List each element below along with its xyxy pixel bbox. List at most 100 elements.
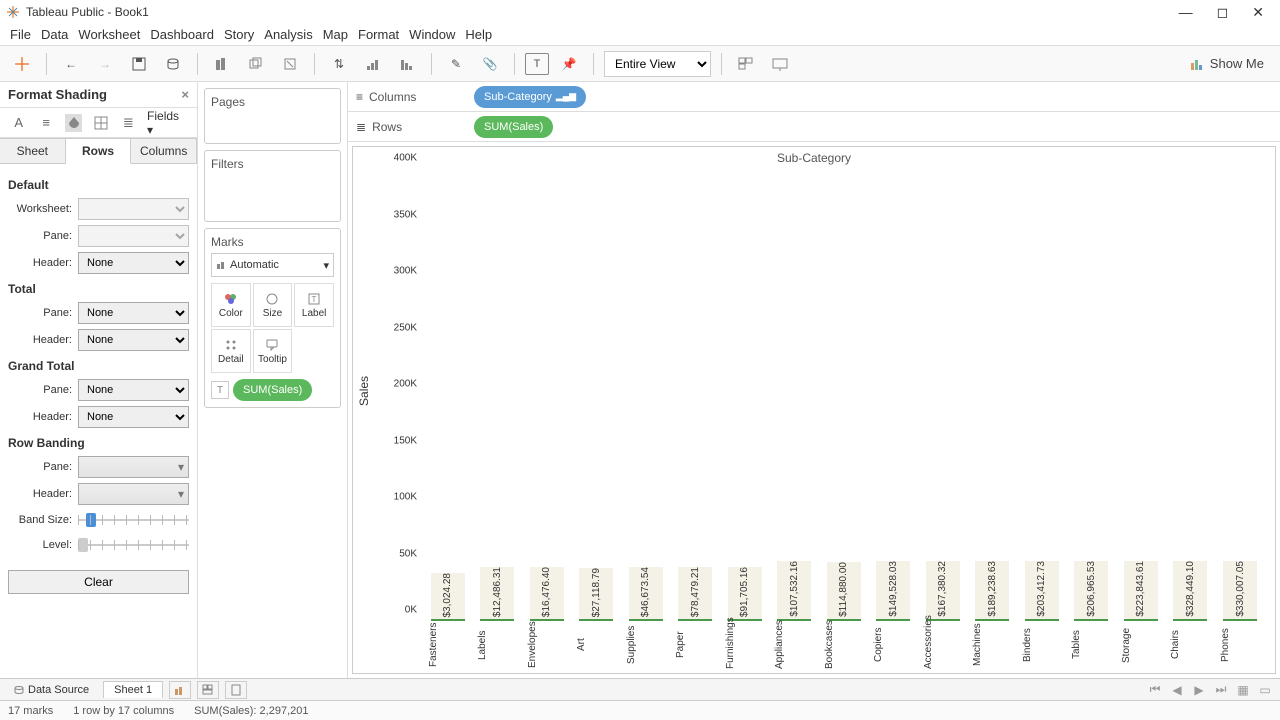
window-title: Tableau Public - Book1: [26, 5, 149, 19]
format-tab-rows[interactable]: Rows: [66, 138, 132, 164]
marks-label[interactable]: TLabel: [294, 283, 334, 327]
band-pane-color[interactable]: ▾: [78, 456, 189, 478]
nav-first-icon[interactable]: ⏮: [1146, 682, 1164, 698]
pane-select[interactable]: [78, 225, 189, 247]
marks-color[interactable]: Color: [211, 283, 251, 327]
total-pane-select[interactable]: None: [78, 302, 189, 324]
x-category-label: Labels: [477, 621, 517, 673]
y-tick: 50K: [399, 548, 423, 559]
bar-value-label: $16,476.40: [541, 567, 552, 617]
menu-dashboard[interactable]: Dashboard: [150, 27, 214, 42]
marks-pill-sum-sales[interactable]: SUM(Sales): [233, 379, 312, 401]
band-size-slider[interactable]: [78, 510, 189, 530]
menu-window[interactable]: Window: [409, 27, 455, 42]
label-mark-icon[interactable]: T: [211, 381, 229, 399]
sheet1-tab[interactable]: Sheet 1: [103, 681, 163, 698]
fields-dropdown[interactable]: Fields ▾: [147, 109, 187, 137]
lines-icon[interactable]: ≣: [120, 114, 137, 132]
marks-detail[interactable]: Detail: [211, 329, 251, 373]
sort-asc-icon[interactable]: [359, 50, 387, 78]
sort-desc-icon[interactable]: [393, 50, 421, 78]
menu-data[interactable]: Data: [41, 27, 68, 42]
save-icon[interactable]: [125, 50, 153, 78]
menu-format[interactable]: Format: [358, 27, 399, 42]
pin-icon[interactable]: 📌: [555, 50, 583, 78]
columns-pill[interactable]: Sub-Category▂▄▆: [474, 86, 586, 108]
label-toggle-icon[interactable]: T: [525, 53, 549, 75]
marks-tooltip[interactable]: Tooltip: [253, 329, 293, 373]
close-icon[interactable]: ✕: [1252, 4, 1264, 21]
pages-card[interactable]: Pages: [204, 88, 341, 144]
rows-pill[interactable]: SUM(Sales): [474, 116, 553, 138]
bar-value-label: $91,705.16: [739, 567, 750, 617]
menu-worksheet[interactable]: Worksheet: [78, 27, 140, 42]
shading-icon[interactable]: [65, 114, 82, 132]
presentation-icon[interactable]: [766, 50, 794, 78]
menu-map[interactable]: Map: [323, 27, 348, 42]
highlight-icon[interactable]: ✎: [442, 50, 470, 78]
undo-icon[interactable]: ←: [57, 50, 85, 78]
menu-help[interactable]: Help: [465, 27, 492, 42]
gt-header-select[interactable]: None: [78, 406, 189, 428]
worksheet-select[interactable]: [78, 198, 189, 220]
new-worksheet-icon[interactable]: [169, 681, 191, 699]
format-tab-sheet[interactable]: Sheet: [0, 138, 66, 163]
x-category-label: Accessories: [923, 621, 963, 673]
group-icon[interactable]: 📎: [476, 50, 504, 78]
x-category-label: Supplies: [626, 621, 666, 673]
svg-text:T: T: [312, 295, 317, 304]
y-tick: 400K: [394, 153, 423, 164]
clear-button[interactable]: Clear: [8, 570, 189, 594]
new-sheet-icon[interactable]: [208, 50, 236, 78]
menu-file[interactable]: File: [10, 27, 31, 42]
sheet-sorter-icon[interactable]: ▦: [1234, 682, 1252, 698]
nav-next-icon[interactable]: ▶: [1190, 682, 1208, 698]
bar-value-label: $328,449.10: [1185, 561, 1196, 617]
minimize-icon[interactable]: —: [1179, 4, 1193, 21]
marks-size[interactable]: Size: [253, 283, 293, 327]
bar-value-label: $149,528.03: [888, 561, 899, 617]
level-slider[interactable]: [78, 535, 189, 555]
show-cards-icon[interactable]: [732, 50, 760, 78]
section-total: Total: [8, 282, 189, 296]
bar-value-label: $107,532.16: [789, 561, 800, 617]
columns-shelf[interactable]: ≡Columns Sub-Category▂▄▆: [348, 82, 1280, 112]
close-format-icon[interactable]: ×: [181, 87, 189, 102]
x-category-label: Bookcases: [824, 621, 864, 673]
alignment-icon[interactable]: ≡: [37, 114, 54, 132]
viz-title: Sub-Category: [353, 147, 1275, 169]
new-story-icon[interactable]: [225, 681, 247, 699]
show-me-button[interactable]: Show Me: [1190, 56, 1272, 71]
format-tab-columns[interactable]: Columns: [131, 138, 197, 163]
font-icon[interactable]: A: [10, 114, 27, 132]
nav-prev-icon[interactable]: ◀: [1168, 682, 1186, 698]
header-select[interactable]: None: [78, 252, 189, 274]
new-dashboard-icon[interactable]: [197, 681, 219, 699]
menu-story[interactable]: Story: [224, 27, 254, 42]
duplicate-icon[interactable]: [242, 50, 270, 78]
redo-icon[interactable]: →: [91, 50, 119, 78]
fit-dropdown[interactable]: Entire View: [604, 51, 711, 77]
band-header-color[interactable]: ▾: [78, 483, 189, 505]
x-category-label: Tables: [1071, 621, 1111, 673]
menu-analysis[interactable]: Analysis: [264, 27, 312, 42]
borders-icon[interactable]: [92, 114, 109, 132]
bar-value-label: $206,965.53: [1086, 561, 1097, 617]
sheet-tabs: Data Source Sheet 1 ⏮ ◀ ▶ ⏭ ▦ ▭: [0, 678, 1280, 700]
filters-card[interactable]: Filters: [204, 150, 341, 222]
x-category-label: Art: [576, 621, 616, 673]
gt-pane-select[interactable]: None: [78, 379, 189, 401]
marks-type-select[interactable]: Automatic▾: [211, 253, 334, 277]
clear-icon[interactable]: [276, 50, 304, 78]
data-source-tab[interactable]: Data Source: [6, 682, 97, 698]
swap-icon[interactable]: ⇅: [325, 50, 353, 78]
rows-shelf[interactable]: ≣Rows SUM(Sales): [348, 112, 1280, 142]
nav-last-icon[interactable]: ⏭: [1212, 682, 1230, 698]
filmstrip-icon[interactable]: ▭: [1256, 682, 1274, 698]
new-data-icon[interactable]: [159, 50, 187, 78]
tableau-icon[interactable]: [8, 50, 36, 78]
menubar: File Data Worksheet Dashboard Story Anal…: [0, 24, 1280, 46]
maximize-icon[interactable]: ◻: [1217, 4, 1229, 21]
format-panel: Format Shading × A ≡ ≣ Fields ▾ Sheet Ro…: [0, 82, 198, 678]
total-header-select[interactable]: None: [78, 329, 189, 351]
